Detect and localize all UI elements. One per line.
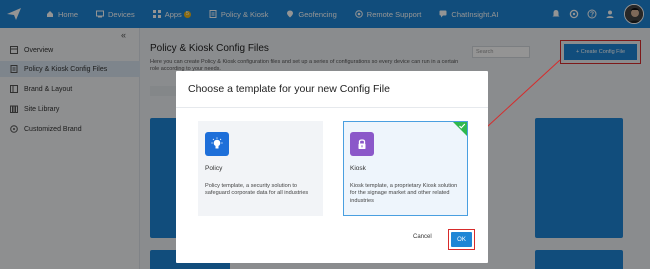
lightbulb-icon <box>205 132 229 156</box>
cancel-button[interactable]: Cancel <box>413 234 432 240</box>
template-description: Kiosk template, a proprietary Kiosk solu… <box>350 183 458 204</box>
template-card-policy[interactable]: Policy Policy template, a security solut… <box>198 121 323 216</box>
template-name: Policy <box>205 165 223 172</box>
dialog-title: Choose a template for your new Config Fi… <box>188 83 390 95</box>
choose-template-dialog: Choose a template for your new Config Fi… <box>176 71 488 263</box>
template-name: Kiosk <box>350 165 366 172</box>
lock-icon <box>350 132 374 156</box>
dialog-divider <box>176 107 488 108</box>
checkmark-icon <box>458 122 466 130</box>
template-card-kiosk[interactable]: Kiosk Kiosk template, a proprietary Kios… <box>343 121 468 216</box>
ok-button-highlight <box>448 229 475 250</box>
template-description: Policy template, a security solution to … <box>205 183 309 197</box>
